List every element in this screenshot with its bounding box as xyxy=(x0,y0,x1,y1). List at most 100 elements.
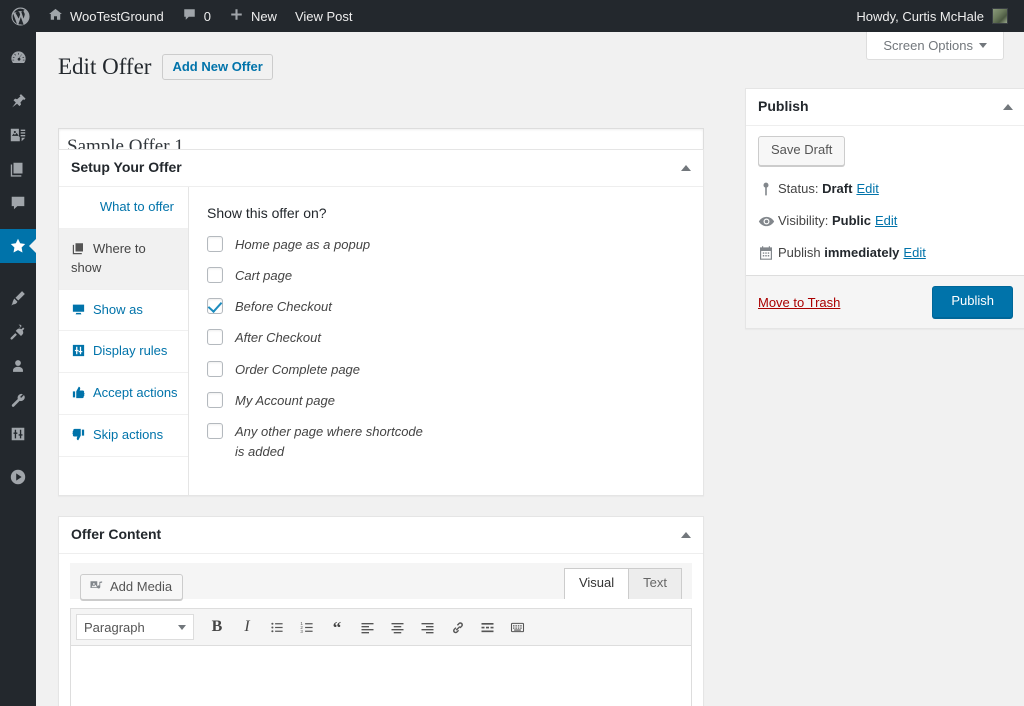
editor-mode-tabs: Visual Text xyxy=(563,568,682,600)
edit-visibility-link[interactable]: Edit xyxy=(875,213,897,228)
new-content-menu[interactable]: New xyxy=(220,0,286,32)
menu-spacer xyxy=(0,451,36,460)
insert-read-more-button[interactable] xyxy=(472,613,502,641)
wordpress-logo-button[interactable] xyxy=(0,0,39,32)
my-account-menu[interactable]: Howdy, Curtis McHale xyxy=(856,8,1024,24)
checkbox-label[interactable]: Any other page where shortcode is added xyxy=(235,422,425,462)
checkbox-row-cart-page[interactable]: Cart page xyxy=(207,266,683,286)
sidebar-item-offers[interactable] xyxy=(0,229,37,263)
bold-button[interactable]: B xyxy=(202,613,232,641)
edit-status-link[interactable]: Edit xyxy=(856,181,878,196)
admin-sidebar-menu xyxy=(0,32,37,706)
tab-visual[interactable]: Visual xyxy=(563,568,630,600)
site-name-menu[interactable]: WooTestGround xyxy=(39,0,173,32)
offer-content-header[interactable]: Offer Content xyxy=(59,517,703,555)
triangle-up-icon[interactable] xyxy=(681,165,691,171)
triangle-up-icon[interactable] xyxy=(1003,104,1013,110)
checkbox-any-other-page-shortcode[interactable] xyxy=(207,422,223,439)
add-media-button[interactable]: Add Media xyxy=(80,574,184,601)
checkbox-label[interactable]: Cart page xyxy=(235,266,292,286)
checkbox-before-checkout[interactable] xyxy=(207,298,223,315)
setup-box-header[interactable]: Setup Your Offer xyxy=(59,150,703,187)
offer-tab-display-rules[interactable]: Display rules xyxy=(59,331,188,374)
checkbox-after-checkout[interactable] xyxy=(207,329,223,346)
view-post-link[interactable]: View Post xyxy=(286,0,362,32)
toolbar-toggle-button[interactable] xyxy=(502,613,532,641)
media-icon xyxy=(89,579,104,594)
site-name-label: WooTestGround xyxy=(70,8,164,24)
checkbox-label[interactable]: Order Complete page xyxy=(235,360,360,380)
collapse-arrow-icon xyxy=(9,468,27,486)
offer-tab-label: What to offer xyxy=(99,199,174,214)
offer-tab-show-as[interactable]: Show as xyxy=(59,290,188,332)
align-center-icon xyxy=(390,620,405,635)
align-center-button[interactable] xyxy=(382,613,412,641)
checkbox-my-account-page[interactable] xyxy=(207,391,223,408)
editor-content-area[interactable] xyxy=(70,646,692,706)
sidebar-item-appearance[interactable] xyxy=(0,281,36,315)
new-label: New xyxy=(250,8,277,24)
bulleted-list-button[interactable] xyxy=(262,613,292,641)
checkbox-row-after-checkout[interactable]: After Checkout xyxy=(207,328,683,348)
eye-icon xyxy=(758,213,778,230)
checkbox-row-shortcode[interactable]: Any other page where shortcode is added xyxy=(207,422,683,462)
sidebar-item-posts[interactable] xyxy=(0,84,36,118)
sidebar-item-tools[interactable] xyxy=(0,383,36,417)
checkbox-row-order-complete[interactable]: Order Complete page xyxy=(207,360,683,380)
read-more-icon xyxy=(480,620,495,635)
checkbox-row-home-page-popup[interactable]: Home page as a popup xyxy=(207,235,683,255)
sidebar-item-plugins[interactable] xyxy=(0,315,36,349)
checkbox-home-page-popup[interactable] xyxy=(207,236,223,252)
checkbox-label[interactable]: My Account page xyxy=(235,391,335,411)
sliders-icon xyxy=(71,343,86,358)
add-new-offer-button[interactable]: Add New Offer xyxy=(162,53,273,81)
edit-schedule-link[interactable]: Edit xyxy=(903,245,925,260)
schedule-prefix: Publish xyxy=(778,245,821,261)
sidebar-item-settings[interactable] xyxy=(0,417,36,451)
svg-text:3: 3 xyxy=(300,628,303,633)
offer-tab-skip-actions[interactable]: Skip actions xyxy=(59,415,188,457)
checkbox-row-before-checkout[interactable]: Before Checkout xyxy=(207,297,683,317)
screen-options-button[interactable]: Screen Options xyxy=(866,32,1004,60)
checkbox-cart-page[interactable] xyxy=(207,267,223,284)
publish-box-inside: Save Draft Status: Draft Edit Visibility… xyxy=(746,126,1024,329)
sidebar-item-collapse-menu[interactable] xyxy=(0,460,36,494)
italic-button[interactable]: I xyxy=(232,613,262,641)
align-right-button[interactable] xyxy=(412,613,442,641)
move-to-trash-link[interactable]: Move to Trash xyxy=(758,295,840,310)
sidebar-item-comments[interactable] xyxy=(0,186,36,220)
postbox-side-column: Publish Save Draft Status: Draft Edit Vi… xyxy=(745,88,1024,349)
keyboard-toolbar-icon xyxy=(510,620,525,635)
checkbox-row-my-account[interactable]: My Account page xyxy=(207,391,683,411)
align-left-button[interactable] xyxy=(352,613,382,641)
sidebar-item-dashboard[interactable] xyxy=(0,41,36,75)
screen-meta-links: Screen Options xyxy=(866,32,1004,60)
offer-tab-accept-actions[interactable]: Accept actions xyxy=(59,373,188,416)
format-select[interactable]: Paragraph xyxy=(76,614,194,641)
publish-button[interactable]: Publish xyxy=(932,286,1013,319)
comment-bubble-icon xyxy=(182,7,197,25)
tab-text[interactable]: Text xyxy=(629,568,682,600)
checkbox-label[interactable]: After Checkout xyxy=(235,328,321,348)
blockquote-icon: “ xyxy=(332,617,342,637)
checkbox-order-complete-page[interactable] xyxy=(207,360,223,377)
editor-tools: Add Media Visual Text xyxy=(70,563,692,601)
bulleted-list-icon xyxy=(270,620,285,635)
sidebar-item-users[interactable] xyxy=(0,349,36,383)
offer-tab-where-to-show[interactable]: Where to show xyxy=(59,228,188,290)
sidebar-item-pages[interactable] xyxy=(0,152,36,186)
checkbox-label[interactable]: Home page as a popup xyxy=(235,235,370,255)
save-draft-button[interactable]: Save Draft xyxy=(758,136,846,166)
setup-box-inside: What to offer Where to show Show as Disp… xyxy=(59,187,703,496)
blockquote-button[interactable]: “ xyxy=(322,613,352,641)
triangle-up-icon[interactable] xyxy=(681,532,691,539)
comments-menu[interactable]: 0 xyxy=(173,0,220,32)
numbered-list-button[interactable]: 123 xyxy=(292,613,322,641)
sidebar-item-media[interactable] xyxy=(0,118,36,152)
insert-link-button[interactable] xyxy=(442,613,472,641)
offer-tab-what-to-offer[interactable]: What to offer xyxy=(59,187,188,229)
page-header: Edit Offer Add New Offer xyxy=(58,52,273,82)
publish-box-header[interactable]: Publish xyxy=(746,89,1024,126)
checkbox-label[interactable]: Before Checkout xyxy=(235,297,332,317)
paintbrush-icon xyxy=(9,289,27,307)
